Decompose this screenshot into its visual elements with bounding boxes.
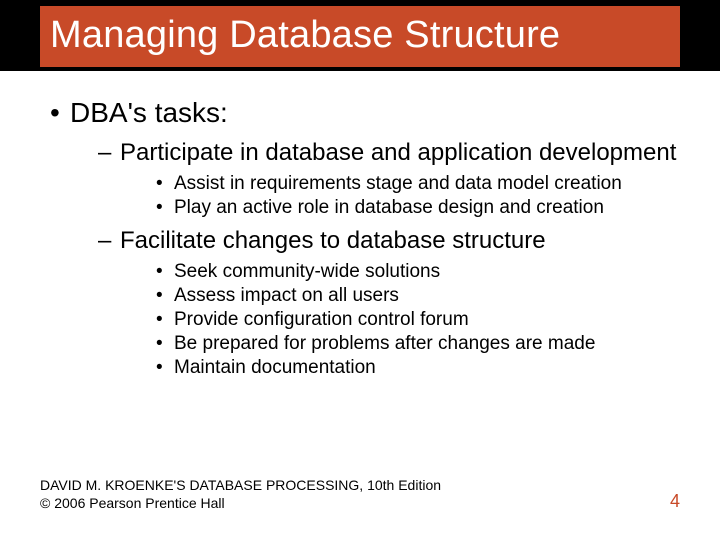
bullet-text: Maintain documentation xyxy=(174,357,376,378)
bullet-text: Be prepared for problems after changes a… xyxy=(174,333,595,354)
slide-body: DBA's tasks: Participate in database and… xyxy=(0,71,720,379)
bullet-text: Facilitate changes to database structure xyxy=(120,227,546,254)
bullet-text: DBA's tasks: xyxy=(70,97,228,128)
list-item: Assess impact on all users xyxy=(156,285,680,307)
bullet-text: Provide configuration control forum xyxy=(174,309,469,330)
bullet-text: Seek community-wide solutions xyxy=(174,261,440,282)
list-item: Be prepared for problems after changes a… xyxy=(156,333,680,355)
bullet-text: Assist in requirements stage and data mo… xyxy=(174,173,622,194)
footer-left: DAVID M. KROENKE'S DATABASE PROCESSING, … xyxy=(40,476,441,512)
list-item: Provide configuration control forum xyxy=(156,309,680,331)
slide-title: Managing Database Structure xyxy=(50,14,670,57)
footer: DAVID M. KROENKE'S DATABASE PROCESSING, … xyxy=(40,476,680,512)
title-bar: Managing Database Structure xyxy=(0,0,720,71)
bullet-subsublist: Assist in requirements stage and data mo… xyxy=(120,173,680,219)
title-box: Managing Database Structure xyxy=(40,6,680,67)
bullet-text: Assess impact on all users xyxy=(174,285,399,306)
list-item: Assist in requirements stage and data mo… xyxy=(156,173,680,195)
footer-line-2: © 2006 Pearson Prentice Hall xyxy=(40,494,441,512)
list-item: Participate in database and application … xyxy=(98,139,680,219)
slide: Managing Database Structure DBA's tasks:… xyxy=(0,0,720,540)
list-item: Facilitate changes to database structure… xyxy=(98,227,680,379)
bullet-subsublist: Seek community-wide solutions Assess imp… xyxy=(120,261,680,379)
bullet-text: Play an active role in database design a… xyxy=(174,197,604,218)
bullet-text: Participate in database and application … xyxy=(120,139,676,166)
list-item: DBA's tasks: Participate in database and… xyxy=(50,97,680,379)
bullet-list: DBA's tasks: Participate in database and… xyxy=(40,97,680,379)
list-item: Play an active role in database design a… xyxy=(156,197,680,219)
page-number: 4 xyxy=(670,491,680,512)
footer-line-1: DAVID M. KROENKE'S DATABASE PROCESSING, … xyxy=(40,476,441,494)
list-item: Seek community-wide solutions xyxy=(156,261,680,283)
bullet-sublist: Participate in database and application … xyxy=(70,139,680,379)
list-item: Maintain documentation xyxy=(156,357,680,379)
